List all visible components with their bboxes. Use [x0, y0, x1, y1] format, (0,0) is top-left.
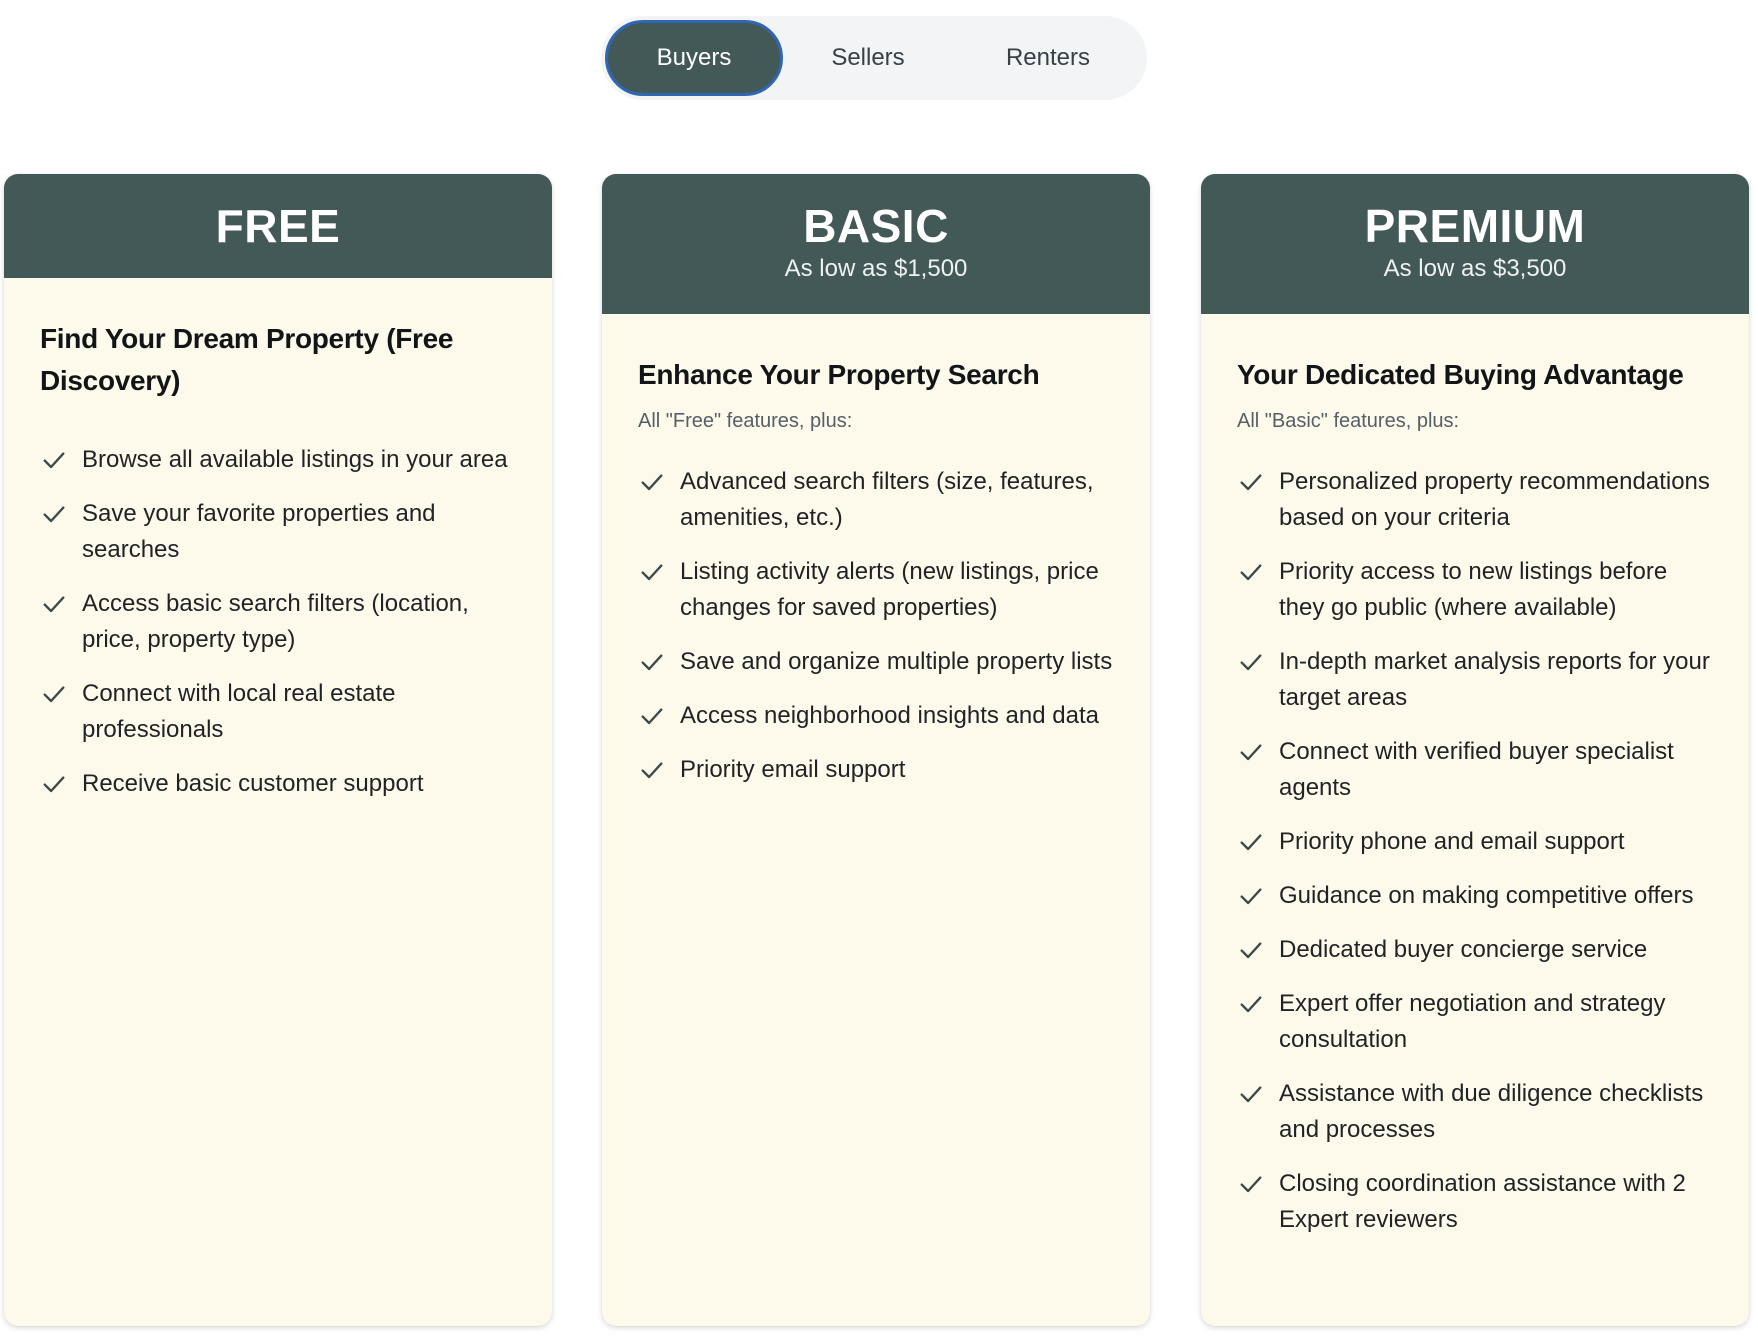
check-icon — [43, 596, 65, 613]
feature-item: Save and organize multiple property list… — [638, 644, 1116, 680]
check-icon — [1240, 996, 1262, 1013]
check-icon — [1240, 654, 1262, 671]
feature-text: Expert offer negotiation and strategy co… — [1279, 990, 1666, 1053]
feature-text: Connect with verified buyer specialist a… — [1279, 738, 1674, 801]
plan-subtitle: All "Free" features, plus: — [638, 410, 853, 432]
feature-item: Personalized property recommendations ba… — [1237, 464, 1715, 536]
feature-text: Guidance on making competitive offers — [1279, 882, 1694, 909]
plan-title: Your Dedicated Buying Advantage — [1237, 359, 1684, 390]
check-icon — [1240, 474, 1262, 491]
check-icon — [641, 654, 663, 671]
feature-item: Access basic search filters (location, p… — [40, 586, 518, 658]
check-icon — [1240, 564, 1262, 581]
feature-list: Personalized property recommendations ba… — [1237, 464, 1715, 1238]
tab-buyers[interactable]: Buyers — [605, 20, 783, 96]
feature-item: Advanced search filters (size, features,… — [638, 464, 1116, 536]
feature-item: Priority email support — [638, 752, 1116, 788]
check-icon — [1240, 942, 1262, 959]
check-icon — [641, 564, 663, 581]
feature-text: Access neighborhood insights and data — [680, 702, 1099, 729]
plan-card-basic: BASIC As low as $1,500 Enhance Your Prop… — [602, 174, 1150, 1326]
plan-card-free: FREE Find Your Dream Property (Free Disc… — [4, 174, 552, 1326]
check-icon — [1240, 834, 1262, 851]
tab-renters[interactable]: Renters — [953, 20, 1143, 96]
plan-body: Enhance Your Property Search All "Free" … — [602, 314, 1150, 788]
plan-subtitle: All "Basic" features, plus: — [1237, 410, 1460, 432]
plan-body: Find Your Dream Property (Free Discovery… — [4, 278, 552, 802]
feature-text: Save and organize multiple property list… — [680, 648, 1113, 675]
feature-text: In-depth market analysis reports for you… — [1279, 648, 1710, 711]
check-icon — [43, 686, 65, 703]
feature-item: Connect with local real estate professio… — [40, 676, 518, 748]
feature-text: Listing activity alerts (new listings, p… — [680, 558, 1099, 621]
plan-title: Enhance Your Property Search — [638, 359, 1040, 390]
check-icon — [1240, 1176, 1262, 1193]
feature-text: Priority email support — [680, 756, 906, 783]
check-icon — [43, 452, 65, 469]
plan-card-premium: PREMIUM As low as $3,500 Your Dedicated … — [1201, 174, 1749, 1326]
check-icon — [1240, 1086, 1262, 1103]
feature-text: Assistance with due diligence checklists… — [1279, 1080, 1704, 1143]
feature-item: In-depth market analysis reports for you… — [1237, 644, 1715, 716]
feature-text: Dedicated buyer concierge service — [1279, 936, 1648, 963]
feature-text: Priority access to new listings before t… — [1279, 558, 1668, 621]
feature-text: Access basic search filters (location, p… — [82, 590, 469, 653]
feature-item: Receive basic customer support — [40, 766, 518, 802]
feature-text: Receive basic customer support — [82, 770, 424, 797]
plan-name: PREMIUM — [1364, 200, 1586, 252]
plan-body: Your Dedicated Buying Advantage All "Bas… — [1201, 314, 1749, 1238]
feature-text: Connect with local real estate professio… — [82, 680, 396, 743]
feature-item: Closing coordination assistance with 2 E… — [1237, 1166, 1715, 1238]
plan-header: FREE — [4, 174, 552, 278]
check-icon — [43, 776, 65, 793]
feature-text: Closing coordination assistance with 2 E… — [1279, 1170, 1686, 1233]
feature-item: Assistance with due diligence checklists… — [1237, 1076, 1715, 1148]
feature-item: Priority access to new listings before t… — [1237, 554, 1715, 626]
check-icon — [641, 474, 663, 491]
check-icon — [641, 762, 663, 779]
plan-price: As low as $1,500 — [784, 255, 968, 282]
plan-price: As low as $3,500 — [1383, 255, 1567, 282]
check-icon — [641, 708, 663, 725]
feature-item: Dedicated buyer concierge service — [1237, 932, 1715, 968]
feature-item: Browse all available listings in your ar… — [40, 442, 518, 478]
feature-text: Personalized property recommendations ba… — [1279, 468, 1710, 531]
feature-text: Priority phone and email support — [1279, 828, 1625, 855]
plan-header: PREMIUM As low as $3,500 — [1201, 174, 1749, 314]
plan-name: FREE — [215, 200, 341, 252]
feature-list: Advanced search filters (size, features,… — [638, 464, 1116, 788]
feature-item: Listing activity alerts (new listings, p… — [638, 554, 1116, 626]
feature-list: Browse all available listings in your ar… — [40, 442, 518, 802]
feature-item: Save your favorite properties and search… — [40, 496, 518, 568]
tab-sellers[interactable]: Sellers — [783, 20, 953, 96]
plan-name: BASIC — [803, 200, 949, 252]
feature-text: Save your favorite properties and search… — [82, 500, 436, 563]
check-icon — [1240, 744, 1262, 761]
feature-item: Connect with verified buyer specialist a… — [1237, 734, 1715, 806]
check-icon — [1240, 888, 1262, 905]
feature-item: Guidance on making competitive offers — [1237, 878, 1715, 914]
feature-text: Advanced search filters (size, features,… — [680, 468, 1094, 531]
feature-item: Access neighborhood insights and data — [638, 698, 1116, 734]
feature-item: Expert offer negotiation and strategy co… — [1237, 986, 1715, 1058]
plan-title: Find Your Dream Property (Free Discovery… — [40, 323, 454, 396]
audience-tab-switcher: Buyers Sellers Renters — [601, 16, 1147, 100]
check-icon — [43, 506, 65, 523]
plan-header: BASIC As low as $1,500 — [602, 174, 1150, 314]
feature-text: Browse all available listings in your ar… — [82, 446, 508, 473]
feature-item: Priority phone and email support — [1237, 824, 1715, 860]
